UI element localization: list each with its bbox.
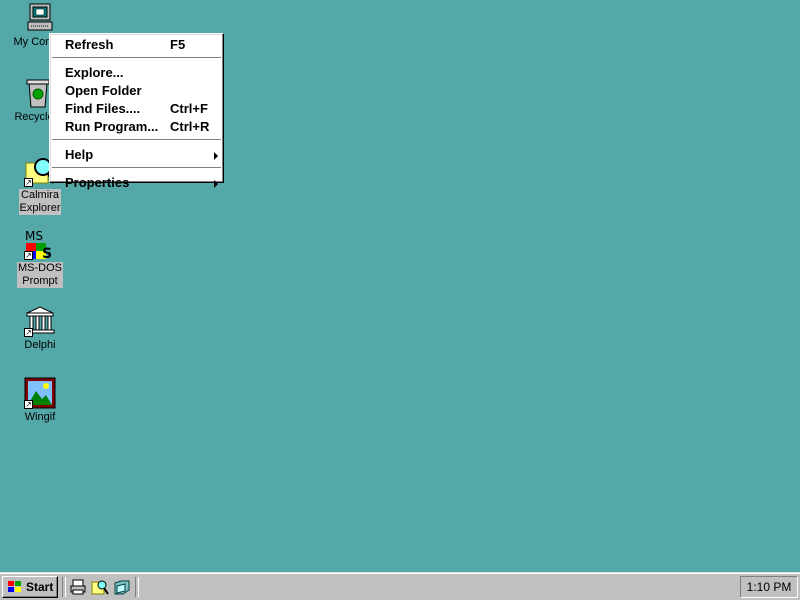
menu-item-shortcut: Ctrl+F <box>170 101 208 116</box>
desktop-icon-label: Calmira Explorer <box>18 189 62 215</box>
desktop-icon-wingif[interactable]: ↗ Wingif <box>10 377 70 424</box>
ms-dos-icon: MS S ↗ <box>24 228 56 262</box>
shortcut-arrow-icon: ↗ <box>24 251 33 260</box>
explorer-icon[interactable] <box>91 578 109 596</box>
printer-icon[interactable] <box>69 578 87 596</box>
start-button[interactable]: Start <box>2 576 58 598</box>
submenu-arrow-icon <box>214 180 218 188</box>
menu-item-explore[interactable]: Explore... <box>52 64 221 82</box>
menu-item-label: Find Files.... <box>65 101 141 116</box>
windows-logo-icon <box>7 580 23 594</box>
shortcut-arrow-icon: ↗ <box>24 400 33 409</box>
desktop-icon-delphi[interactable]: ↗ Delphi <box>10 305 70 352</box>
svg-text:S: S <box>42 246 52 260</box>
taskbar-separator <box>62 577 66 597</box>
desktop-icon-label: Wingif <box>24 411 56 423</box>
desktop-icon-label: Delphi <box>24 339 56 351</box>
submenu-arrow-icon <box>214 152 218 160</box>
menu-item-label: Help <box>65 147 94 162</box>
computer-icon <box>24 2 56 34</box>
desktop-context-menu: Refresh F5 Explore... Open Folder Find F… <box>49 33 224 190</box>
menu-separator <box>52 57 221 61</box>
menu-item-shortcut: F5 <box>170 37 186 52</box>
folder-icon[interactable] <box>113 578 131 596</box>
system-tray-clock[interactable]: 1:10 PM <box>740 576 798 598</box>
picture-icon: ↗ <box>24 377 56 409</box>
menu-item-shortcut: Ctrl+R <box>170 119 210 134</box>
menu-item-help[interactable]: Help <box>52 146 221 164</box>
menu-separator <box>52 167 221 171</box>
taskbar: Start 1:10 PM <box>0 572 800 600</box>
desktop-icon-ms-dos-prompt[interactable]: MS S ↗ MS-DOS Prompt <box>10 228 70 288</box>
desktop[interactable]: My Com Recycle ↗ Calmira Explorer MS S ↗… <box>0 0 800 572</box>
menu-item-run-program[interactable]: Run Program... Ctrl+R <box>52 118 221 136</box>
shortcut-arrow-icon: ↗ <box>24 178 33 187</box>
menu-separator <box>52 139 221 143</box>
shortcut-arrow-icon: ↗ <box>24 328 33 337</box>
menu-item-label: Open Folder <box>65 83 142 98</box>
desktop-icon-label: MS-DOS Prompt <box>17 262 63 288</box>
menu-item-properties[interactable]: Properties <box>52 174 221 192</box>
menu-item-refresh[interactable]: Refresh F5 <box>52 36 221 54</box>
menu-item-label: Explore... <box>65 65 124 80</box>
svg-text:MS: MS <box>25 229 43 243</box>
menu-item-label: Properties <box>65 175 130 190</box>
temple-icon: ↗ <box>24 305 56 337</box>
menu-item-label: Refresh <box>65 37 114 52</box>
menu-item-find-files[interactable]: Find Files.... Ctrl+F <box>52 100 221 118</box>
start-label: Start <box>26 580 54 594</box>
menu-item-open-folder[interactable]: Open Folder <box>52 82 221 100</box>
taskbar-separator <box>135 577 139 597</box>
menu-item-label: Run Program... <box>65 119 159 134</box>
